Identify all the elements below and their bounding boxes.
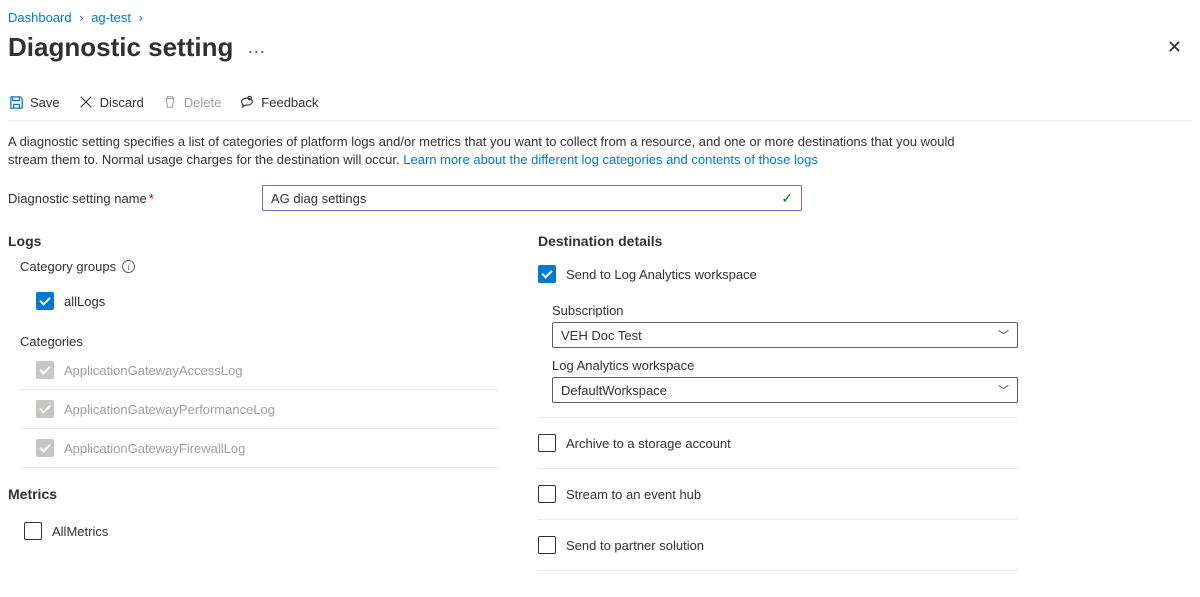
delete-label: Delete [184,95,222,110]
workspace-label: Log Analytics workspace [552,358,1018,373]
partner-label: Send to partner solution [566,538,704,553]
page-title: Diagnostic setting [8,32,233,63]
archive-label: Archive to a storage account [566,436,731,451]
logs-heading: Logs [8,233,498,249]
name-input-wrapper[interactable]: ✓ [262,185,802,211]
category-groups-label: Category groups [20,259,116,274]
allmetrics-label: AllMetrics [52,524,108,539]
subscription-value: VEH Doc Test [561,328,642,343]
eventhub-checkbox[interactable] [538,485,556,503]
breadcrumb-sep: › [75,10,87,25]
save-button[interactable]: Save [8,94,60,110]
chevron-down-icon: ﹀ [998,327,1009,343]
subscription-label: Subscription [552,303,1018,318]
eventhub-label: Stream to an event hub [566,487,701,502]
category-checkbox-firewalllog [36,439,54,457]
breadcrumb-sep: › [135,10,147,25]
feedback-icon [239,94,255,110]
discard-button[interactable]: Discard [78,94,144,110]
allmetrics-checkbox[interactable] [24,522,42,540]
learn-more-link[interactable]: Learn more about the different log categ… [403,152,818,167]
more-menu[interactable]: ⋯ [247,42,267,63]
close-icon[interactable]: ✕ [1157,31,1192,64]
metrics-heading: Metrics [8,486,498,502]
send-la-checkbox[interactable] [538,265,556,283]
subscription-dropdown[interactable]: VEH Doc Test ﹀ [552,322,1018,348]
info-icon[interactable]: i [122,260,135,273]
save-label: Save [30,95,60,110]
archive-checkbox[interactable] [538,434,556,452]
category-label: ApplicationGatewayFirewallLog [64,441,245,456]
category-label: ApplicationGatewayPerformanceLog [64,402,275,417]
breadcrumb: Dashboard › ag-test › [8,8,1192,31]
feedback-label: Feedback [261,95,318,110]
toolbar: Save Discard Delete Feedback [8,76,1192,121]
category-label: ApplicationGatewayAccessLog [64,363,243,378]
send-la-label: Send to Log Analytics workspace [566,267,757,282]
delete-button: Delete [162,94,222,110]
workspace-value: DefaultWorkspace [561,383,667,398]
alllogs-checkbox[interactable] [36,292,54,310]
delete-icon [162,94,178,110]
discard-icon [78,94,94,110]
workspace-dropdown[interactable]: DefaultWorkspace ﹀ [552,377,1018,403]
chevron-down-icon: ﹀ [998,382,1009,398]
discard-label: Discard [100,95,144,110]
name-input[interactable] [271,186,781,210]
valid-check-icon: ✓ [781,190,793,207]
required-asterisk: * [149,191,154,206]
breadcrumb-agtest[interactable]: ag-test [91,10,131,25]
categories-label: Categories [20,334,498,349]
partner-checkbox[interactable] [538,536,556,554]
save-icon [8,94,24,110]
category-checkbox-accesslog [36,361,54,379]
destination-heading: Destination details [538,233,1018,249]
category-checkbox-performancelog [36,400,54,418]
intro-text: A diagnostic setting specifies a list of… [8,121,988,179]
name-label: Diagnostic setting name* [8,191,258,206]
breadcrumb-dashboard[interactable]: Dashboard [8,10,72,25]
alllogs-label: allLogs [64,294,105,309]
feedback-button[interactable]: Feedback [239,94,318,110]
